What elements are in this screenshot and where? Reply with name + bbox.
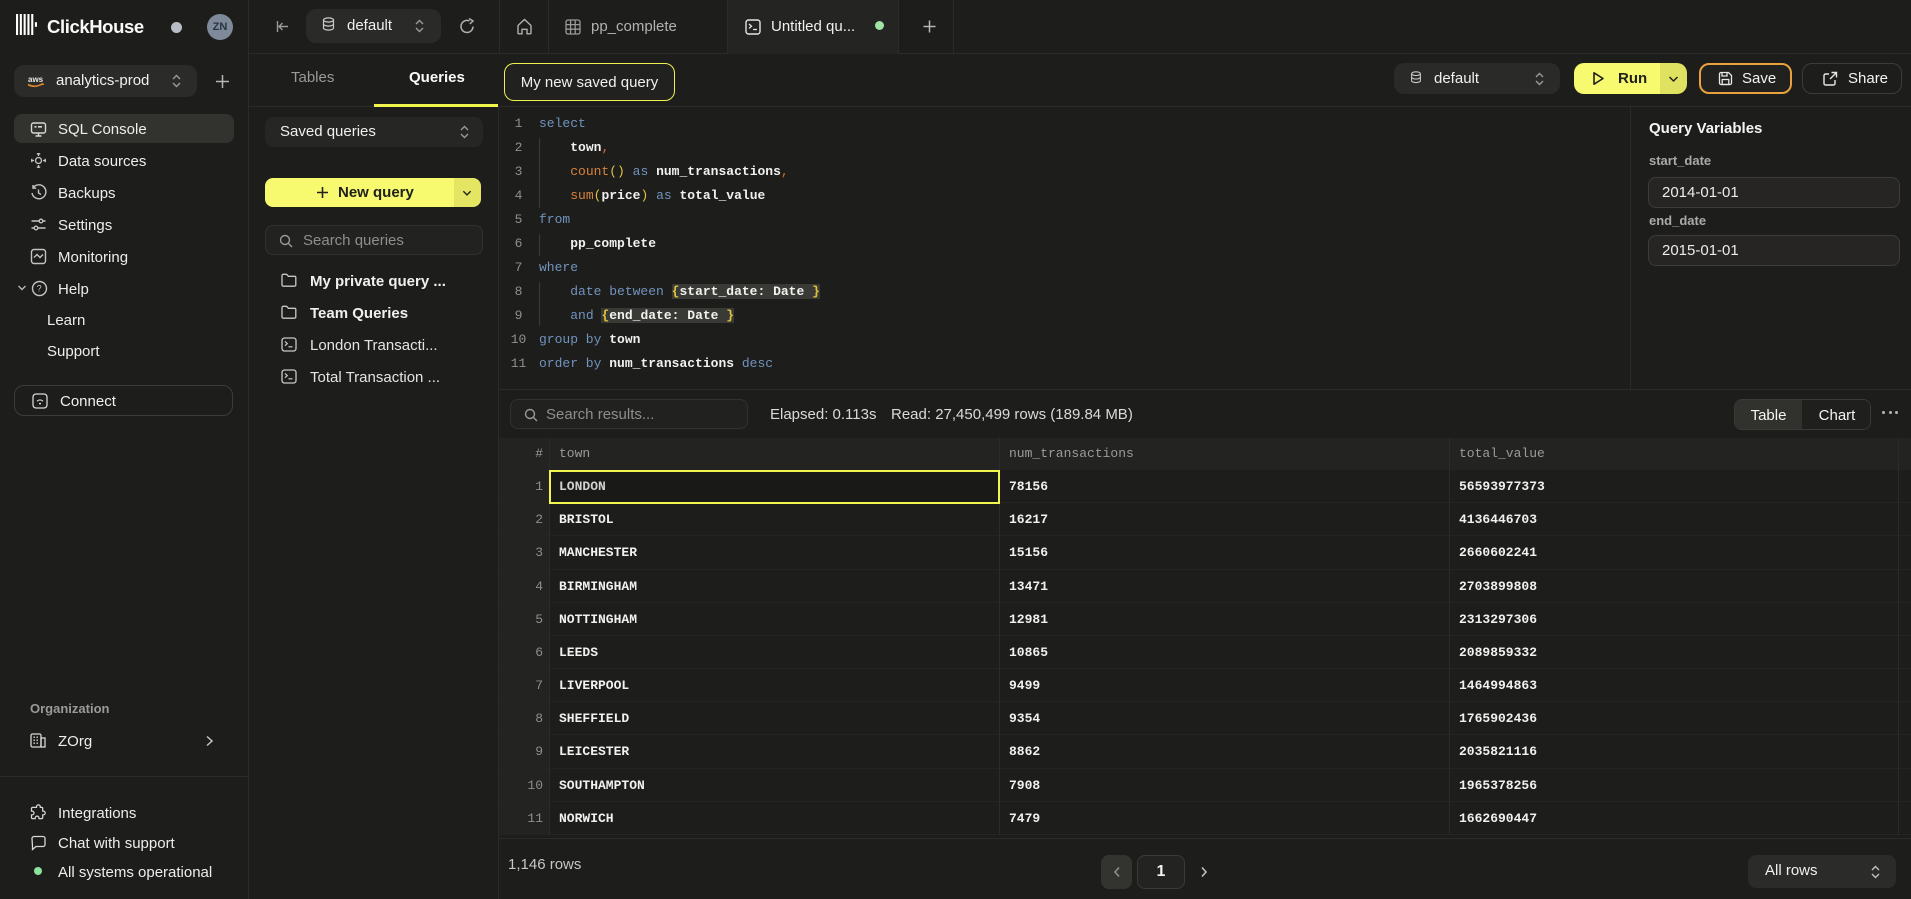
svg-text:?: ? xyxy=(37,284,42,294)
svg-text:aws: aws xyxy=(28,75,44,84)
